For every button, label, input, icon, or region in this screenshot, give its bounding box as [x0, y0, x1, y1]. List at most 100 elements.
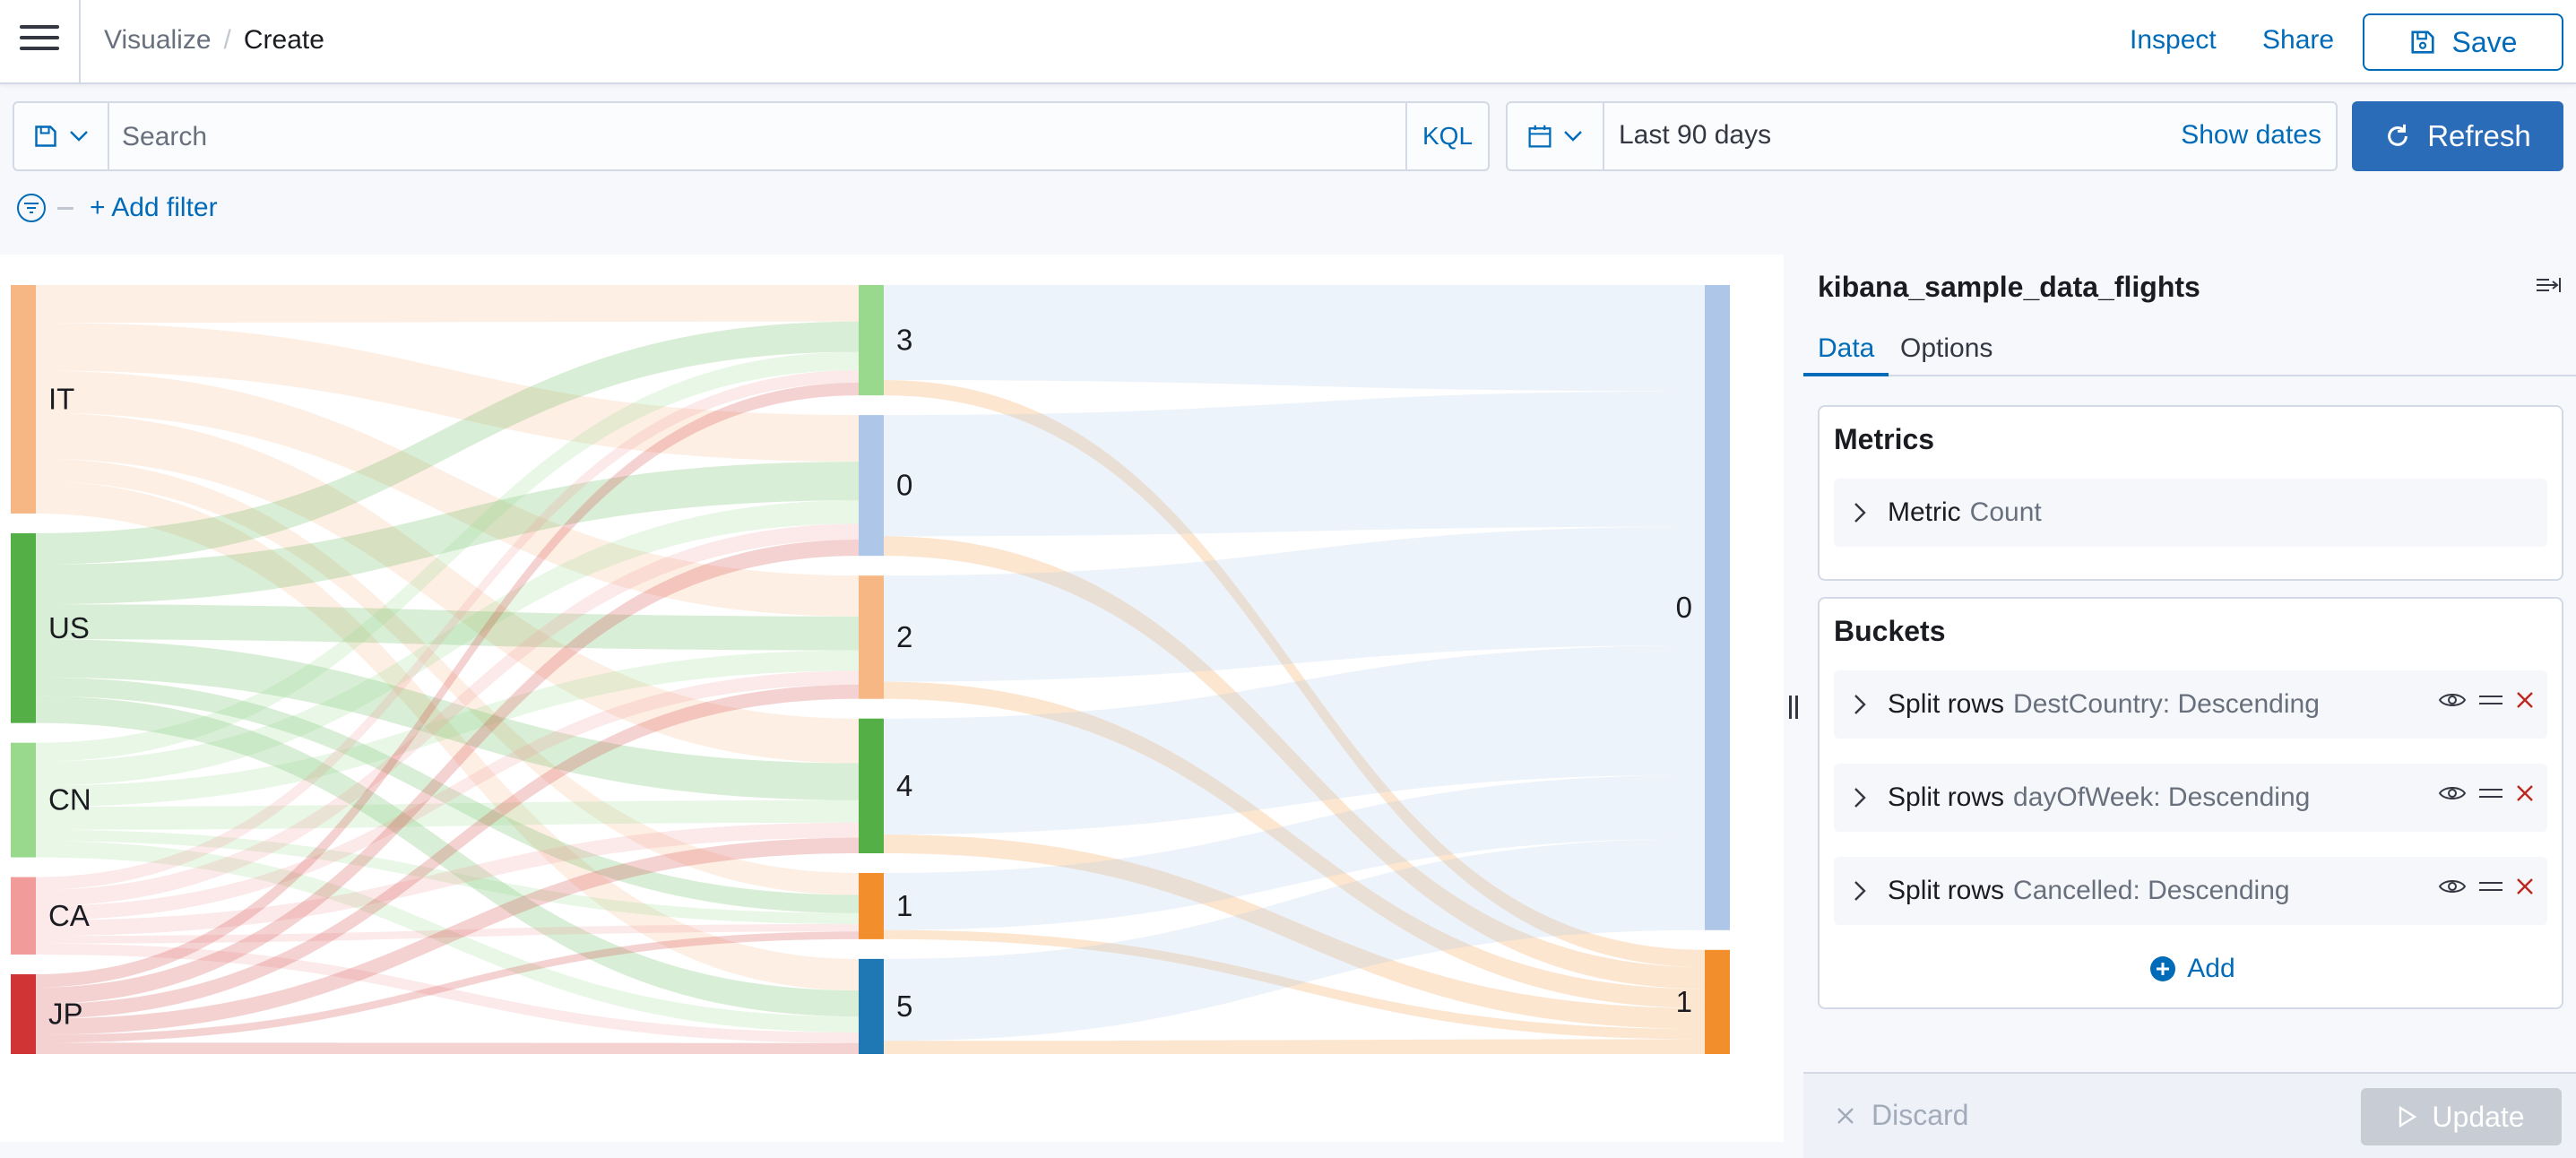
sankey-svg: IT US CN CA JP 3 0 2 4 1 5 0 1 [11, 285, 1730, 1054]
divider [79, 0, 81, 84]
eye-icon[interactable] [2438, 877, 2467, 896]
sidebar-footer: Discard Update [1803, 1072, 2576, 1158]
drag-handle-icon[interactable] [2479, 787, 2503, 799]
sankey-link[interactable] [36, 1042, 859, 1054]
eye-icon[interactable] [2438, 690, 2467, 710]
discard-button[interactable]: Discard [1836, 1099, 1968, 1132]
save-button[interactable]: Save [2363, 13, 2563, 71]
sankey-node-label: 3 [896, 324, 912, 357]
save-label: Save [2451, 25, 2518, 58]
sankey-node[interactable] [11, 285, 36, 514]
index-pattern-title: kibana_sample_data_flights [1818, 271, 2200, 303]
sankey-node[interactable] [859, 415, 884, 557]
refresh-label: Refresh [2427, 119, 2531, 152]
close-icon [1837, 1107, 1854, 1124]
tab-options[interactable]: Options [1886, 324, 2007, 376]
discard-label: Discard [1871, 1099, 1969, 1131]
breadcrumb-separator: / [223, 25, 231, 55]
breadcrumb-visualize[interactable]: Visualize [104, 25, 212, 55]
sankey-node-label: 4 [896, 769, 912, 802]
sankey-node[interactable] [859, 575, 884, 699]
save-icon [2410, 30, 2434, 54]
remove-icon[interactable] [2515, 783, 2535, 803]
sankey-node-label: IT [48, 382, 74, 415]
sankey-node[interactable] [11, 973, 36, 1054]
refresh-icon [2388, 124, 2408, 146]
inspect-link[interactable]: Inspect [2130, 25, 2217, 56]
collapse-sidebar-icon[interactable] [2535, 274, 2562, 296]
breadcrumb: Visualize / Create [104, 25, 324, 56]
add-label: Add [2187, 954, 2235, 983]
filter-bar: + Add filter [16, 192, 218, 224]
top-header: Visualize / Create Inspect Share Save [0, 0, 2576, 84]
breadcrumb-create: Create [243, 25, 324, 55]
eye-icon[interactable] [2438, 783, 2467, 803]
drag-handle-icon[interactable] [2479, 694, 2503, 706]
share-link[interactable]: Share [2262, 25, 2334, 56]
chevron-right-icon[interactable] [1854, 880, 1866, 902]
remove-icon[interactable] [2515, 877, 2535, 896]
bucket-type: Split rows [1888, 876, 2005, 905]
sankey-link[interactable] [36, 285, 859, 323]
sankey-node-label: 0 [1676, 591, 1692, 624]
sidebar-tabs: Data Options [1803, 324, 2576, 376]
sankey-link[interactable] [884, 1039, 1705, 1054]
sankey-node-label: 2 [896, 620, 912, 653]
sankey-node-label: 1 [896, 889, 912, 922]
sankey-node-label: US [48, 611, 90, 644]
bucket-type: Split rows [1888, 782, 2005, 812]
sankey-node-label: 0 [896, 469, 912, 502]
sankey-link[interactable] [884, 285, 1705, 392]
play-icon [2399, 1105, 2417, 1128]
sankey-node[interactable] [11, 532, 36, 723]
metrics-card: Metrics Metric Count [1818, 405, 2563, 581]
sankey-link[interactable] [36, 799, 859, 830]
quick-select-button[interactable] [1508, 103, 1604, 169]
metric-label: Count [1969, 497, 2042, 527]
editor-sidebar: kibana_sample_data_flights Data Options … [1803, 255, 2576, 1158]
sankey-node-label: CN [48, 783, 91, 817]
sankey-node[interactable] [859, 718, 884, 854]
metrics-title: Metrics [1834, 423, 1935, 455]
chevron-right-icon[interactable] [1854, 694, 1866, 715]
query-bar: KQL [13, 101, 1490, 171]
saved-query-button[interactable] [14, 103, 109, 169]
chevron-right-icon[interactable] [1854, 787, 1866, 808]
add-bucket-button[interactable]: Add [1820, 954, 2565, 984]
chevron-right-icon[interactable] [1854, 502, 1866, 523]
sankey-node[interactable] [1705, 949, 1730, 1054]
bucket-row[interactable]: Split rows DestCountry: Descending [1834, 670, 2547, 739]
bucket-label: Cancelled: Descending [2013, 876, 2290, 905]
tab-data[interactable]: Data [1803, 324, 1889, 376]
refresh-button[interactable]: Refresh [2352, 101, 2563, 171]
search-input[interactable] [122, 119, 1377, 155]
sankey-node-label: 1 [1676, 985, 1692, 1018]
bucket-row[interactable]: Split rows Cancelled: Descending [1834, 857, 2547, 925]
kql-toggle[interactable]: KQL [1405, 103, 1488, 169]
drag-handle-icon[interactable] [2479, 880, 2503, 893]
chevron-down-icon [70, 131, 88, 142]
metric-row[interactable]: Metric Count [1834, 479, 2547, 547]
filter-options-icon[interactable] [16, 193, 47, 223]
show-dates-link[interactable]: Show dates [2181, 120, 2321, 151]
sankey-node[interactable] [859, 285, 884, 396]
sankey-node-label: 5 [896, 989, 912, 1023]
calendar-icon [1528, 125, 1552, 148]
panel-resize-handle[interactable] [1789, 696, 1798, 719]
add-filter-button[interactable]: + Add filter [90, 193, 218, 223]
buckets-card: Buckets Split rows DestCountry: Descendi… [1818, 597, 2563, 1009]
sankey-node[interactable] [859, 958, 884, 1054]
update-button[interactable]: Update [2361, 1088, 2562, 1145]
menu-icon[interactable] [20, 25, 59, 57]
sankey-node[interactable] [859, 873, 884, 939]
saved-query-icon [35, 125, 56, 147]
date-range-value[interactable]: Last 90 days [1619, 120, 1771, 151]
sankey-node[interactable] [1705, 285, 1730, 930]
sankey-node[interactable] [11, 877, 36, 955]
sankey-node-label: JP [48, 997, 83, 1030]
sankey-node[interactable] [11, 742, 36, 858]
remove-icon[interactable] [2515, 690, 2535, 710]
bucket-row[interactable]: Split rows dayOfWeek: Descending [1834, 764, 2547, 832]
chevron-down-icon [1564, 131, 1582, 142]
bucket-label: DestCountry: Descending [2013, 689, 2320, 719]
